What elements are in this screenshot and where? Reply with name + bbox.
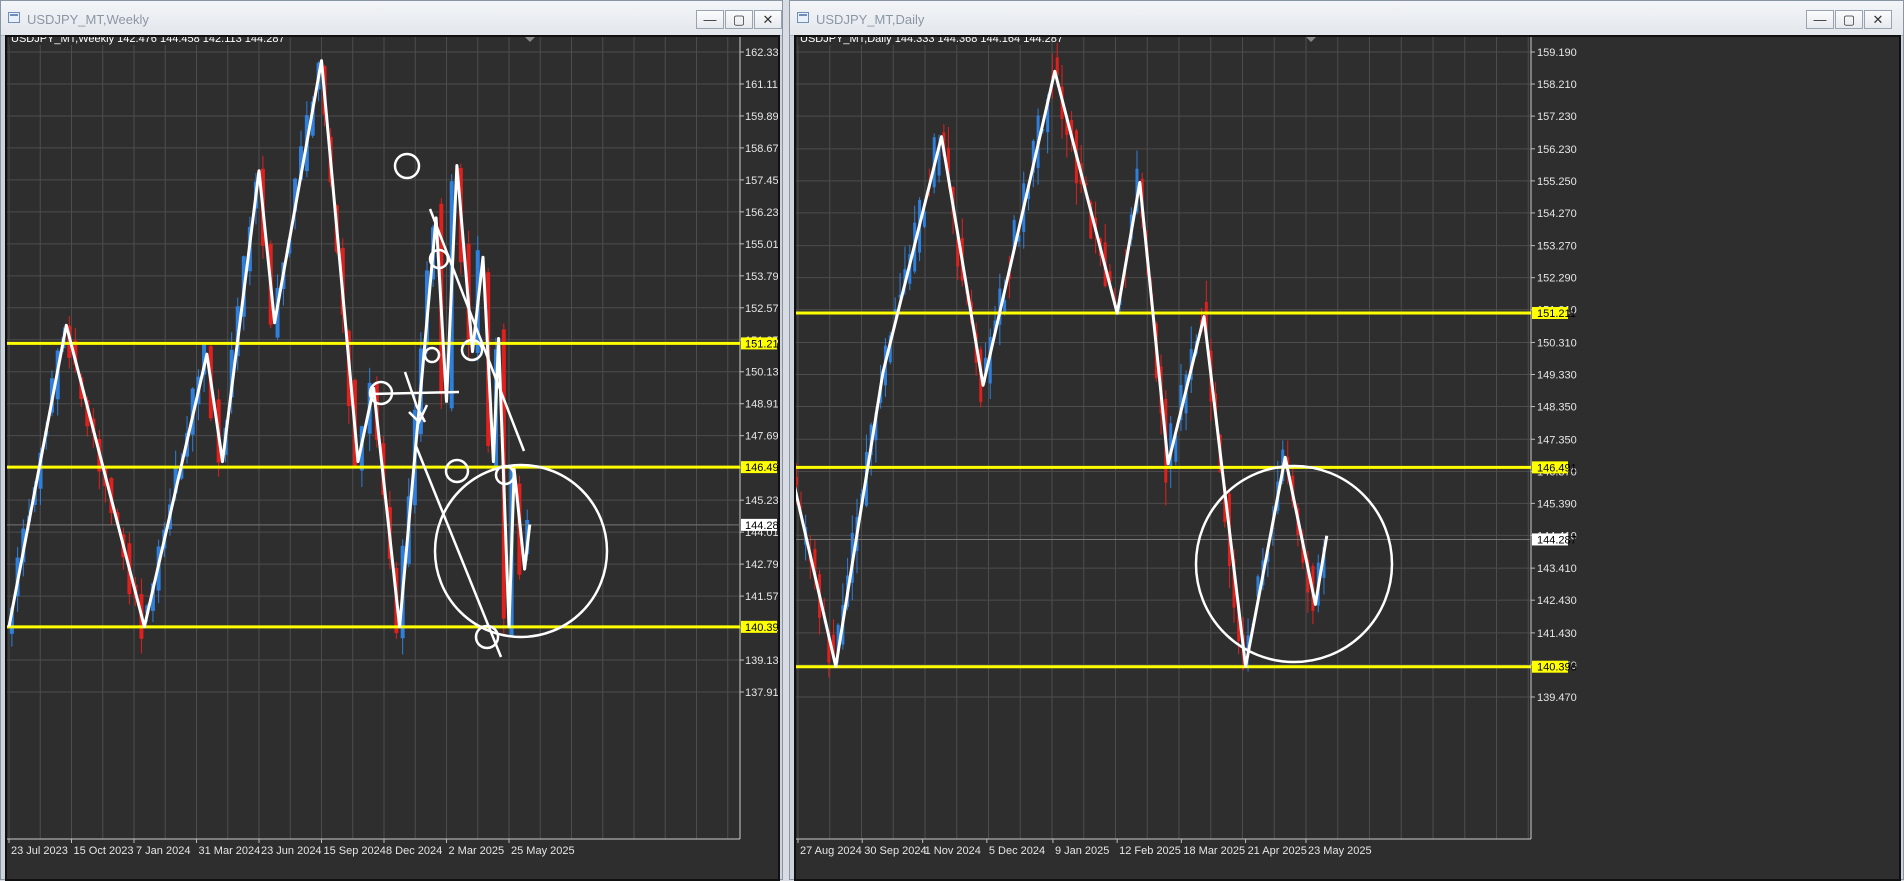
date-tick-label: 30 Sep 2024 <box>864 845 926 857</box>
current-price-label: 144.287 <box>1537 534 1577 546</box>
price-tick-label: 155.250 <box>1537 176 1577 188</box>
price-tick-label: 153.270 <box>1537 241 1577 253</box>
plot-background <box>7 37 778 879</box>
date-tick-label: 12 Feb 2025 <box>1119 845 1181 857</box>
price-tick-label: 149.330 <box>1537 370 1577 382</box>
price-tick-label: 142.790 <box>745 559 778 571</box>
chart-canvas-daily[interactable]: 159.190 158.210 157.230 156.230 155.250 154.2… <box>794 35 1901 881</box>
maximize-button[interactable]: ▢ <box>725 10 753 29</box>
price-tick-label: 162.330 <box>745 47 778 59</box>
date-tick-label: 23 May 2025 <box>1308 845 1372 857</box>
date-tick-label: 7 Jan 2024 <box>136 845 190 857</box>
symbol-ohlc-info: USDJPY_MT,Weekly 142.476 144.458 142.113… <box>11 37 285 45</box>
date-tick-label: 5 Dec 2024 <box>989 845 1045 857</box>
price-tick-label: 143.410 <box>1537 563 1577 575</box>
level-price-label: 151.211 <box>1537 308 1576 320</box>
date-tick-label: 27 Aug 2024 <box>800 845 862 857</box>
price-tick-label: 141.570 <box>745 591 778 603</box>
close-button[interactable]: ✕ <box>1864 10 1892 29</box>
price-tick-label: 139.130 <box>745 655 778 667</box>
date-tick-label: 18 Mar 2025 <box>1183 845 1245 857</box>
chart-window-icon <box>8 12 20 23</box>
price-tick-label: 159.890 <box>745 111 778 123</box>
minimize-button[interactable]: — <box>696 10 724 29</box>
price-tick-label: 157.230 <box>1537 111 1577 123</box>
price-tick-label: 150.130 <box>745 367 778 379</box>
date-tick-label: 15 Oct 2023 <box>74 845 134 857</box>
level-price-label: 140.396 <box>1537 662 1577 674</box>
date-tick-label: 25 May 2025 <box>511 845 575 857</box>
price-tick-label: 139.470 <box>1537 692 1577 704</box>
level-price-label: 151.211 <box>745 338 778 350</box>
chart-window-daily[interactable]: USDJPY_MT,Daily — ▢ ✕ 159.190 158.210 157.… <box>789 0 1904 881</box>
price-tick-label: 147.350 <box>1537 434 1577 446</box>
chart-svg-weekly: 162.330 161.110 159.890 158.670 157.450 156.2… <box>7 37 778 879</box>
date-tick-label: 21 Apr 2025 <box>1248 845 1307 857</box>
minimize-button[interactable]: — <box>1806 10 1834 29</box>
date-tick-label: 31 Mar 2024 <box>199 845 261 857</box>
level-price-label: 140.396 <box>745 622 778 634</box>
price-tick-label: 148.350 <box>1537 402 1577 414</box>
date-tick-label: 23 Jul 2023 <box>11 845 68 857</box>
chart-svg-daily: 159.190 158.210 157.230 156.230 155.250 154.2… <box>796 37 1577 879</box>
price-tick-label: 154.270 <box>1537 208 1577 220</box>
price-tick-label: 150.310 <box>1537 337 1577 349</box>
date-tick-label: 9 Jan 2025 <box>1055 845 1109 857</box>
window-title: USDJPY_MT,Weekly <box>27 12 149 27</box>
plot-background <box>796 37 1577 879</box>
price-tick-label: 141.430 <box>1537 628 1577 640</box>
price-tick-label: 137.910 <box>745 687 778 699</box>
chart-canvas-weekly[interactable]: 162.330 161.110 159.890 158.670 157.450 156.2… <box>5 35 780 881</box>
date-tick-label: 1 Nov 2024 <box>925 845 981 857</box>
price-tick-label: 145.390 <box>1537 498 1577 510</box>
price-tick-label: 158.670 <box>745 143 778 155</box>
date-tick-label: 8 Dec 2024 <box>386 845 442 857</box>
window-titlebar[interactable]: USDJPY_MT,Daily — ▢ ✕ <box>790 1 1903 36</box>
current-price-label: 144.287 <box>745 520 778 532</box>
price-tick-label: 157.450 <box>745 175 778 187</box>
window-title: USDJPY_MT,Daily <box>816 12 925 27</box>
price-tick-label: 161.110 <box>745 79 778 91</box>
price-tick-label: 152.290 <box>1537 273 1577 285</box>
chart-window-weekly[interactable]: USDJPY_MT,Weekly — ▢ ✕ 162.330 161.110 159… <box>0 0 783 881</box>
date-tick-label: 15 Sep 2024 <box>324 845 386 857</box>
price-tick-label: 156.230 <box>745 207 778 219</box>
price-tick-label: 145.230 <box>745 495 778 507</box>
price-tick-label: 148.910 <box>745 399 778 411</box>
level-price-label: 146.491 <box>1537 462 1577 474</box>
price-tick-label: 153.790 <box>745 271 778 283</box>
chart-window-icon <box>797 12 809 23</box>
price-tick-label: 152.570 <box>745 303 778 315</box>
price-tick-label: 147.690 <box>745 431 778 443</box>
level-price-label: 146.491 <box>745 462 778 474</box>
price-tick-label: 155.010 <box>745 239 778 251</box>
date-tick-label: 23 Jun 2024 <box>261 845 322 857</box>
candle-body <box>796 476 798 486</box>
close-button[interactable]: ✕ <box>754 10 782 29</box>
symbol-ohlc-info: USDJPY_MT,Daily 144.333 144.368 144.164 … <box>800 37 1063 45</box>
price-tick-label: 158.210 <box>1537 79 1577 91</box>
window-titlebar[interactable]: USDJPY_MT,Weekly — ▢ ✕ <box>1 1 782 36</box>
price-tick-label: 142.430 <box>1537 595 1577 607</box>
maximize-button[interactable]: ▢ <box>1835 10 1863 29</box>
price-tick-label: 156.230 <box>1537 144 1577 156</box>
date-tick-label: 2 Mar 2025 <box>449 845 505 857</box>
price-tick-label: 159.190 <box>1537 47 1577 59</box>
